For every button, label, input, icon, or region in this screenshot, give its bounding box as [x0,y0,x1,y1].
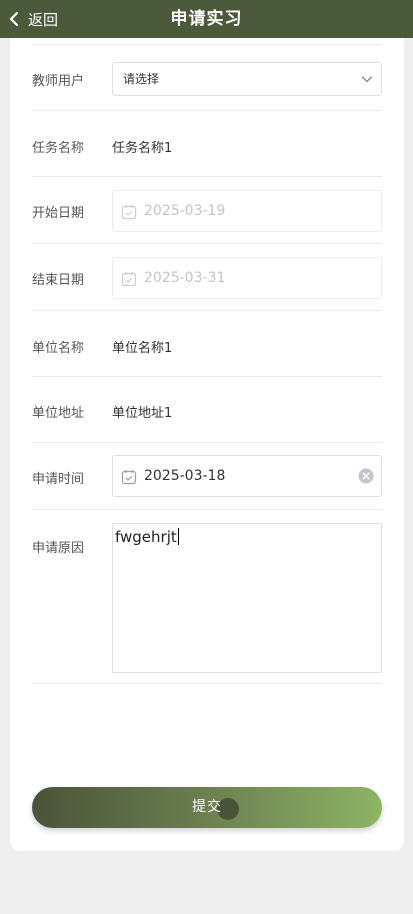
clear-icon[interactable] [358,468,374,484]
page-title: 申请实习 [170,9,243,29]
company-address-value: 单位地址1 [112,406,173,421]
calendar-icon [121,205,137,220]
company-name-label: 单位名称 [32,341,85,356]
calendar-icon [121,470,137,485]
teacher-select-placeholder: 请选择 [123,72,160,86]
header-bar: 返回 申请实习 [0,0,413,38]
start-date-label: 开始日期 [32,206,85,221]
start-date-picker: 2025-03-19 [112,190,382,232]
company-address-row: 单位地址 单位地址1 [32,377,382,443]
submit-label: 提交 [192,799,222,815]
end-date-label: 结束日期 [32,273,85,288]
task-name-row: 任务名称 任务名称1 [32,111,382,177]
teacher-label: 教师用户 [32,74,85,89]
reason-text: fwgehrjt [115,528,179,546]
end-date-picker: 2025-03-31 [112,257,382,299]
reason-label: 申请原因 [32,541,85,556]
teacher-row: 教师用户 请选择 [32,45,382,111]
company-name-row: 单位名称 单位名称1 [32,311,382,377]
task-name-value: 任务名称1 [112,141,173,156]
teacher-select[interactable]: 请选择 [112,62,382,96]
end-date-row: 结束日期 2025-03-31 [32,244,382,311]
chevron-down-icon [361,76,373,83]
company-name-value: 单位名称1 [112,341,173,356]
apply-time-value: 2025-03-18 [144,468,226,484]
company-address-label: 单位地址 [32,406,85,421]
end-date-value: 2025-03-31 [144,270,226,286]
calendar-icon [121,272,137,287]
reason-textarea[interactable]: fwgehrjt [112,523,382,673]
reason-value: fwgehrjt [115,528,177,546]
start-date-row: 开始日期 2025-03-19 [32,177,382,244]
text-caret [177,528,179,545]
apply-time-row: 申请时间 2025-03-18 [32,443,382,510]
start-date-value: 2025-03-19 [144,203,226,219]
task-name-label: 任务名称 [32,141,85,156]
reason-row: 申请原因 fwgehrjt [32,510,382,684]
apply-time-picker[interactable]: 2025-03-18 [112,455,382,497]
form-top-divider [32,38,382,45]
form-card: 教师用户 请选择 任务名称 任务名称1 开始日期 2025-03-19 结束日期 [10,38,404,851]
submit-button[interactable]: 提交 [32,787,382,828]
apply-time-label: 申请时间 [32,472,85,487]
